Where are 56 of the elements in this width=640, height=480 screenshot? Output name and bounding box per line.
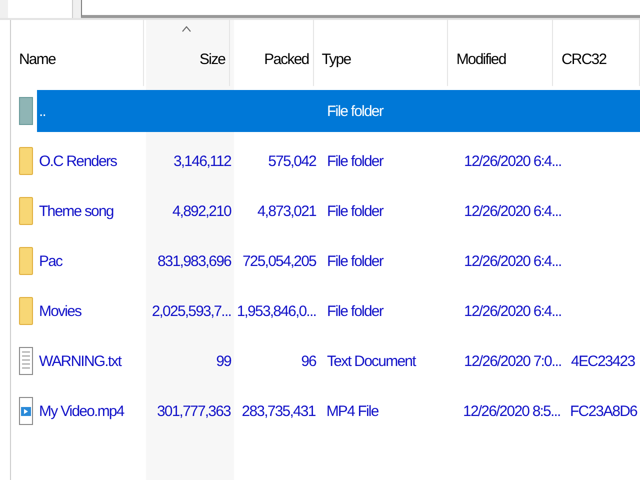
file-row[interactable]: My Video.mp4 301,777,363 283,735,431 MP4 File 12/26/2020 8:5... FC23A8D6 <box>11 386 640 436</box>
table-cell: File folder <box>327 252 383 270</box>
file-row[interactable]: Pac 831,983,696 725,054,205 File folder 12/26/2020 6:4... <box>11 236 640 286</box>
table-cell: FC23A8D6 <box>570 402 638 420</box>
column-header[interactable]: CRC32 <box>553 20 640 86</box>
table-cell: File folder <box>327 302 383 320</box>
table-cell: 831,983,696 <box>157 252 231 270</box>
file-name: Pac <box>38 252 64 272</box>
table-cell: 4,892,210 <box>172 202 231 220</box>
table-cell: 283,735,431 <box>242 402 316 420</box>
table-cell: File folder <box>327 152 383 170</box>
table-cell: 12/26/2020 6:4... <box>464 152 562 170</box>
folder-icon <box>19 147 33 175</box>
table-cell: File folder <box>327 102 383 120</box>
table-cell: 12/26/2020 6:4... <box>464 202 562 220</box>
table-cell: 12/26/2020 6:4... <box>464 252 562 270</box>
file-name: Theme song <box>38 202 114 222</box>
video-file-icon <box>19 397 33 425</box>
file-row[interactable]: .. File folder <box>11 86 640 136</box>
file-row[interactable]: Movies 2,025,593,7... 1,953,846,0... File folder 12/26/2020 6:4... <box>11 286 640 336</box>
table-cell: 301,777,363 <box>156 402 230 420</box>
table-cell: 99 <box>216 352 231 370</box>
folder-icon <box>19 197 33 225</box>
column-header[interactable]: Packed <box>230 20 314 86</box>
file-row[interactable]: WARNING.txt 99 96 Text Document 12/26/2020 7:0... 4EC23423 <box>11 336 640 386</box>
address-field[interactable] <box>81 0 640 18</box>
table-cell: 4EC23423 <box>571 352 635 370</box>
file-name: .. <box>37 90 146 132</box>
table-cell: 12/26/2020 6:4... <box>464 302 562 320</box>
table-cell: 1,953,846,0... <box>236 302 316 320</box>
file-name: O.C Renders <box>38 152 118 172</box>
table-cell: 725,054,205 <box>242 252 316 270</box>
toolbar-panel <box>8 0 73 18</box>
file-name: WARNING.txt <box>38 352 123 372</box>
file-row[interactable]: Theme song 4,892,210 4,873,021 File folder 12/26/2020 6:4... <box>11 186 640 236</box>
column-header[interactable]: Modified <box>448 20 554 86</box>
folder-icon <box>19 97 33 125</box>
table-cell: 96 <box>301 352 316 370</box>
file-name: My Video.mp4 <box>38 402 126 422</box>
table-cell: 12/26/2020 7:0... <box>464 352 562 370</box>
table-cell: 575,042 <box>268 152 316 170</box>
column-header[interactable]: Name <box>11 20 144 86</box>
text-file-icon <box>19 347 33 375</box>
table-cell: 12/26/2020 8:5... <box>463 402 560 420</box>
table-cell: 4,873,021 <box>257 202 316 220</box>
table-cell: 3,146,112 <box>173 152 231 170</box>
table-cell: 2,025,593,7... <box>152 302 231 320</box>
folder-icon <box>19 297 33 325</box>
column-header[interactable]: Type <box>314 20 448 86</box>
folder-icon <box>19 247 33 275</box>
table-cell: File folder <box>327 202 383 220</box>
file-name: Movies <box>38 302 82 322</box>
file-row[interactable]: O.C Renders 3,146,112 575,042 File folder 12/26/2020 6:4... <box>11 136 640 186</box>
table-cell: Text Document <box>327 352 416 370</box>
table-cell: MP4 File <box>326 402 378 420</box>
column-header[interactable]: Size <box>144 20 230 86</box>
